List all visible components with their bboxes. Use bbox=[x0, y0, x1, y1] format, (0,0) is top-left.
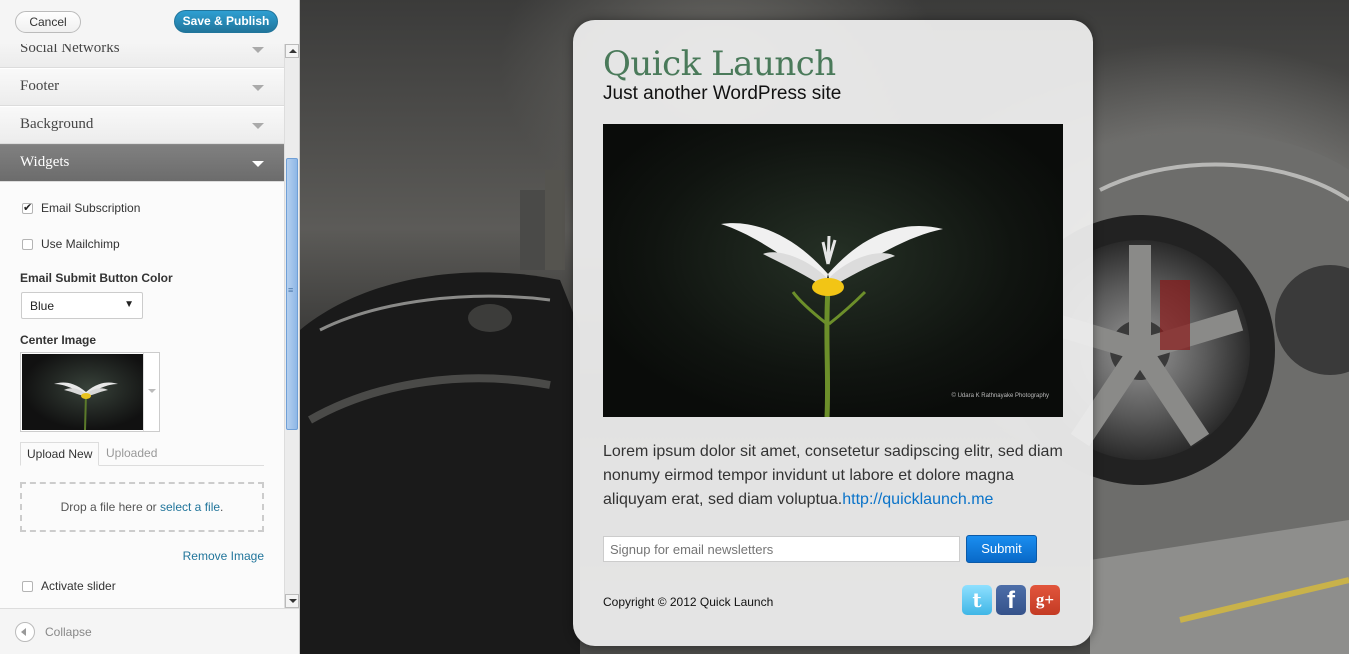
chevron-down-icon: ▼ bbox=[124, 299, 134, 310]
button-color-title: Email Submit Button Color bbox=[20, 271, 173, 285]
section-label: Widgets bbox=[20, 154, 70, 170]
section-label: Social Networks bbox=[20, 44, 120, 56]
collapse-button[interactable]: Collapse bbox=[0, 608, 299, 654]
body-paragraph: Lorem ipsum dolor sit amet, consetetur s… bbox=[603, 443, 1063, 508]
chevron-down-icon bbox=[252, 161, 264, 167]
drop-suffix: . bbox=[220, 500, 224, 514]
use-mailchimp-checkbox[interactable] bbox=[22, 239, 33, 250]
email-subscription-label: Email Subscription bbox=[41, 201, 141, 215]
sidebar-scrollbar[interactable] bbox=[284, 44, 299, 608]
site-title[interactable]: Quick Launch bbox=[603, 44, 836, 84]
section-widgets[interactable]: Widgets bbox=[0, 144, 284, 182]
email-subscription-checkbox[interactable] bbox=[22, 201, 33, 214]
select-file-link[interactable]: select a file bbox=[160, 500, 220, 514]
cancel-button[interactable]: Cancel bbox=[15, 11, 81, 33]
chevron-down-icon bbox=[252, 47, 264, 53]
collapse-label: Collapse bbox=[45, 625, 92, 639]
tab-uploaded[interactable]: Uploaded bbox=[100, 442, 163, 466]
body-text: Lorem ipsum dolor sit amet, consetetur s… bbox=[603, 440, 1068, 512]
chevron-down-icon bbox=[252, 85, 264, 91]
chevron-down-icon bbox=[148, 389, 156, 393]
section-footer[interactable]: Footer bbox=[0, 68, 284, 106]
twitter-icon[interactable]: t bbox=[962, 585, 992, 615]
select-value: Blue bbox=[30, 299, 55, 313]
google-plus-icon[interactable]: g+ bbox=[1030, 585, 1060, 615]
site-link[interactable]: http://quicklaunch.me bbox=[842, 491, 993, 508]
scroll-thumb[interactable] bbox=[286, 158, 298, 430]
site-preview: Quick Launch Just another WordPress site… bbox=[300, 0, 1349, 654]
section-label: Footer bbox=[20, 78, 60, 94]
use-mailchimp-label: Use Mailchimp bbox=[41, 237, 120, 251]
center-image: © Udara K Rathnayake Photography bbox=[603, 124, 1063, 417]
center-image-thumbnail bbox=[22, 354, 144, 430]
image-dropdown-toggle[interactable] bbox=[143, 353, 159, 431]
activate-slider-checkbox[interactable] bbox=[22, 581, 33, 592]
customizer-header: Cancel Save & Publish bbox=[0, 0, 299, 44]
chevron-down-icon bbox=[252, 123, 264, 129]
tab-upload-new[interactable]: Upload New bbox=[20, 442, 100, 466]
section-label: Background bbox=[20, 116, 94, 132]
drop-text: Drop a file here or bbox=[60, 500, 157, 514]
image-source-tabs: Upload New Uploaded bbox=[20, 442, 264, 466]
email-signup-input[interactable] bbox=[603, 536, 960, 562]
center-image-title: Center Image bbox=[20, 333, 97, 347]
submit-button[interactable]: Submit bbox=[966, 535, 1037, 563]
photo-credit: © Udara K Rathnayake Photography bbox=[951, 393, 1049, 399]
file-drop-zone[interactable]: Drop a file here or select a file. bbox=[20, 482, 264, 532]
flower-image bbox=[721, 223, 943, 417]
center-image-picker[interactable] bbox=[20, 352, 160, 432]
customizer-sidebar: Cancel Save & Publish Social Networks Fo… bbox=[0, 0, 300, 654]
scroll-down-button[interactable] bbox=[285, 594, 299, 608]
save-publish-button[interactable]: Save & Publish bbox=[174, 10, 278, 33]
collapse-arrow-icon bbox=[15, 622, 35, 642]
facebook-icon[interactable]: f bbox=[996, 585, 1026, 615]
remove-image-link[interactable]: Remove Image bbox=[183, 549, 264, 563]
scroll-up-button[interactable] bbox=[285, 44, 299, 58]
copyright-text: Copyright © 2012 Quick Launch bbox=[603, 595, 774, 609]
section-background[interactable]: Background bbox=[0, 106, 284, 144]
section-social-networks[interactable]: Social Networks bbox=[0, 44, 284, 68]
button-color-select[interactable]: Blue ▼ bbox=[21, 292, 143, 319]
activate-slider-label: Activate slider bbox=[41, 579, 116, 593]
content-card: Quick Launch Just another WordPress site… bbox=[573, 20, 1093, 646]
customizer-controls: Social Networks Footer Background Widget… bbox=[0, 44, 284, 608]
site-tagline: Just another WordPress site bbox=[603, 83, 842, 104]
